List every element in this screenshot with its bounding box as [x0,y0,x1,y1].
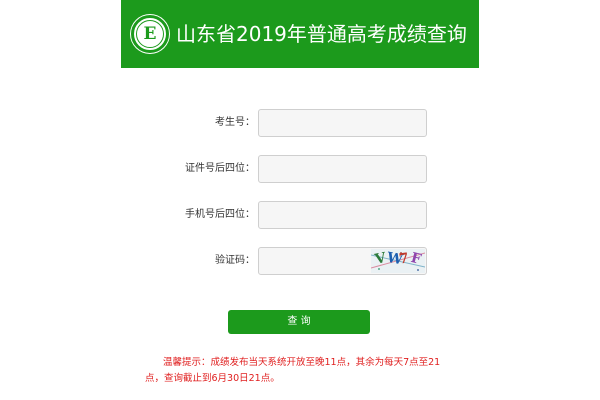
captcha-row: 验证码： VW7F [0,247,600,275]
header-banner: E 山东省2019年普通高考成绩查询 [121,0,479,68]
captcha-label: 验证码： [215,255,255,266]
logo-icon: E [131,15,169,53]
logo-letter: E [136,20,164,48]
phone-last4-row: 手机号后四位： [0,201,600,229]
page-title: 山东省2019年普通高考成绩查询 [176,22,467,46]
phone-last4-input[interactable] [258,201,427,229]
id-last4-input[interactable] [258,155,427,183]
captcha-char: 7 [397,250,410,268]
exam-number-input[interactable] [258,109,427,137]
phone-last4-label: 手机号后四位： [185,209,255,220]
exam-number-label: 考生号： [215,117,255,128]
id-last4-label: 证件号后四位： [185,163,255,174]
id-last4-row: 证件号后四位： [0,155,600,183]
exam-number-row: 考生号： [0,109,600,137]
captcha-image[interactable]: VW7F [371,249,425,273]
notice-text: 温馨提示：成绩发布当天系统开放至晚11点，其余为每天7点至21点，查询截止到6月… [145,357,441,384]
search-button[interactable]: 查 询 [228,310,370,334]
